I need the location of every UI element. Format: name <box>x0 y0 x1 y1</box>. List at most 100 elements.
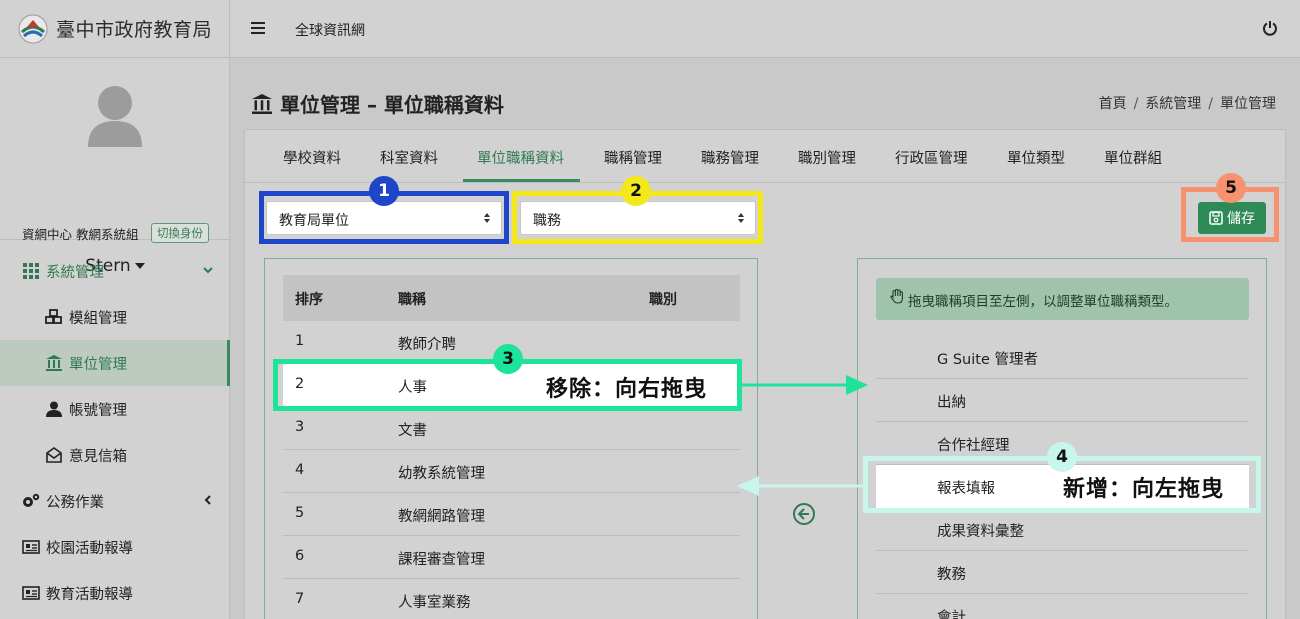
sidebar-item-label: 教育活動報導 <box>46 586 133 603</box>
avatar[interactable] <box>86 83 144 147</box>
tab-category-management[interactable]: 職別管理 <box>798 147 856 168</box>
table-row[interactable]: 6 課程審查管理 <box>283 536 740 579</box>
hamburger-menu-icon[interactable] <box>251 21 265 35</box>
table-row[interactable]: 3 文書 <box>283 407 740 450</box>
row-order: 3 <box>295 419 305 435</box>
newspaper-icon <box>22 584 40 602</box>
switch-identity-button[interactable]: 切換身份 <box>151 223 209 243</box>
sidebar-item-campus-news[interactable]: 校園活動報導 <box>0 524 230 570</box>
circle-arrow-left-icon[interactable] <box>792 502 816 526</box>
list-item[interactable]: 會計 <box>876 594 1249 619</box>
list-item[interactable]: 教務 <box>876 551 1249 594</box>
row-title: 幼教系統管理 <box>398 466 485 482</box>
city-logo-icon <box>18 14 48 43</box>
row-order: 1 <box>295 333 305 349</box>
user-org: 資網中心 教網系統組 <box>22 227 139 242</box>
active-tab-indicator <box>463 179 580 182</box>
tab-unit-title-data[interactable]: 單位職稱資料 <box>477 147 564 168</box>
brand[interactable]: 臺中市政府教育局 <box>0 0 229 58</box>
sidebar-item-label: 單位管理 <box>69 356 127 373</box>
table-row[interactable]: 7 人事室業務 <box>283 579 740 619</box>
annotation-badge-2: 2 <box>621 176 651 206</box>
left-title-panel: 排序 職稱 職別 1 教師介聘 2 人事 3 文書 4 幼教系統管理 5 教網網路管理 6… <box>264 258 758 619</box>
tab-unit-type[interactable]: 單位類型 <box>1007 147 1065 168</box>
page-title: 單位管理 – 單位職稱資料 <box>252 89 504 118</box>
breadcrumb-system-admin[interactable]: 系統管理 <box>1145 96 1201 112</box>
drag-hint: 拖曳職稱項目至左側，以調整單位職稱類型。 <box>876 278 1249 320</box>
row-order: 5 <box>295 505 305 521</box>
chevron-down-icon <box>203 267 213 274</box>
sidebar-item-education-news[interactable]: 教育活動報導 <box>0 570 230 616</box>
sidebar-item-unit-admin[interactable]: 單位管理 <box>0 340 230 386</box>
breadcrumb-separator: / <box>1208 96 1213 112</box>
sidebar-item-label: 公務作業 <box>46 494 104 511</box>
list-item-label: 合作社經理 <box>937 438 1010 454</box>
breadcrumb: 首頁 / 系統管理 / 單位管理 <box>1099 93 1276 113</box>
newspaper-icon <box>22 538 40 556</box>
drag-hint-text: 拖曳職稱項目至左側，以調整單位職稱類型。 <box>908 294 1178 310</box>
sidebar-item-system-admin[interactable]: 系統管理 <box>0 248 230 294</box>
topbar: 全球資訊網 <box>230 0 1300 58</box>
table-row[interactable]: 5 教網網路管理 <box>283 493 740 536</box>
chevron-left-icon <box>204 495 211 505</box>
table-row[interactable]: 4 幼教系統管理 <box>283 450 740 493</box>
sidebar-item-modules[interactable]: 模組管理 <box>0 294 230 340</box>
list-item-label: 教務 <box>937 567 966 583</box>
tab-bar: 學校資料 科室資料 單位職稱資料 職稱管理 職務管理 職別管理 行政區管理 單位… <box>245 130 1285 183</box>
annotation-badge-5: 5 <box>1216 173 1246 203</box>
global-website-link[interactable]: 全球資訊網 <box>295 20 365 40</box>
annotation-badge-3: 3 <box>493 344 523 374</box>
sidebar-item-label: 模組管理 <box>69 310 127 327</box>
building-icon <box>252 93 272 114</box>
annotation-add-text: 新增：向左拖曳 <box>1063 477 1225 502</box>
tab-title-management[interactable]: 職稱管理 <box>604 147 662 168</box>
power-icon[interactable] <box>1262 20 1278 36</box>
sidebar-item-accounts[interactable]: 帳號管理 <box>0 386 230 432</box>
main-content: 單位管理 – 單位職稱資料 首頁 / 系統管理 / 單位管理 學校資料 科室資料 單位職… <box>230 59 1300 619</box>
annotation-remove-text: 移除：向右拖曳 <box>546 377 708 402</box>
list-item-label: 會計 <box>937 610 966 619</box>
table-header: 排序 職稱 職別 <box>283 275 740 321</box>
breadcrumb-home[interactable]: 首頁 <box>1099 96 1127 112</box>
annotation-badge-1: 1 <box>369 176 399 206</box>
tab-duty-management[interactable]: 職務管理 <box>701 147 759 168</box>
list-item-label: G Suite 管理者 <box>937 352 1038 368</box>
sidebar-item-official-work[interactable]: 公務作業 <box>0 478 230 524</box>
tab-school-data[interactable]: 學校資料 <box>283 147 341 168</box>
arrow-right-icon <box>740 375 868 395</box>
column-header-category[interactable]: 職別 <box>649 289 677 309</box>
page-title-text: 單位管理 – 單位職稱資料 <box>280 93 504 117</box>
tab-unit-group[interactable]: 單位群組 <box>1104 147 1162 168</box>
row-title: 人事室業務 <box>398 595 471 611</box>
sidebar-item-label: 帳號管理 <box>69 402 127 419</box>
tab-district-management[interactable]: 行政區管理 <box>895 147 968 168</box>
column-header-title[interactable]: 職稱 <box>398 289 426 309</box>
list-item[interactable]: G Suite 管理者 <box>876 336 1249 379</box>
column-header-order[interactable]: 排序 <box>295 289 323 309</box>
sidebar-item-feedback[interactable]: 意見信箱 <box>0 432 230 478</box>
user-icon <box>45 400 63 418</box>
row-order: 7 <box>295 591 305 607</box>
right-title-panel: 拖曳職稱項目至左側，以調整單位職稱類型。 G Suite 管理者 出納 合作社經… <box>857 258 1267 619</box>
tab-office-data[interactable]: 科室資料 <box>380 147 438 168</box>
list-item-label: 出納 <box>937 395 966 411</box>
brand-title: 臺中市政府教育局 <box>56 19 213 41</box>
arrow-left-icon <box>737 476 865 496</box>
sidebar-nav: 系統管理 模組管理 單位管理 帳號管理 意見信箱 公務作業 校園活動報導 教育活… <box>0 248 230 616</box>
building-icon <box>45 354 63 372</box>
row-title: 教師介聘 <box>398 337 456 353</box>
sidebar: 臺中市政府教育局 資網中心 教網系統組 切換身份 Stern 系統管理 模組管理 <box>0 0 230 619</box>
row-order: 4 <box>295 462 305 478</box>
gears-icon <box>22 492 40 510</box>
sidebar-item-label: 系統管理 <box>46 264 104 281</box>
list-item[interactable]: 出納 <box>876 379 1249 422</box>
grid-icon <box>22 262 40 280</box>
list-item-label: 成果資料彙整 <box>937 524 1024 540</box>
envelope-open-icon <box>45 446 63 464</box>
user-panel: 資網中心 教網系統組 切換身份 Stern <box>0 58 229 276</box>
row-title: 教網網路管理 <box>398 509 485 525</box>
cubes-icon <box>45 308 63 326</box>
list-item[interactable]: 成果資料彙整 <box>876 508 1249 551</box>
breadcrumb-current: 單位管理 <box>1220 96 1276 112</box>
row-title: 課程審查管理 <box>398 552 485 568</box>
